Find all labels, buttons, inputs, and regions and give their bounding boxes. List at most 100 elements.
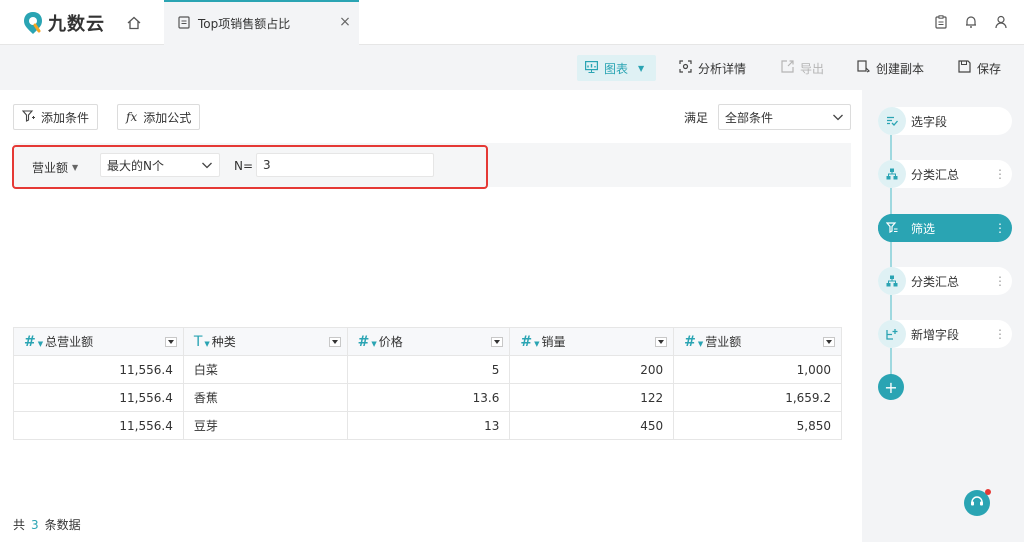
step-add-field[interactable]: 新增字段 ⋮ <box>878 320 1012 348</box>
scan-icon <box>679 60 692 76</box>
more-icon[interactable]: ⋮ <box>994 220 1006 236</box>
table-cell: 13.6 <box>346 383 511 412</box>
table-cell: 450 <box>509 411 675 440</box>
step-label: 新增字段 <box>911 327 960 342</box>
condition-field-label: 营业额 <box>32 161 69 175</box>
table-cell: 5,850 <box>673 411 842 440</box>
table-cell: 香蕉 <box>182 383 348 412</box>
plus-icon: + <box>884 377 898 397</box>
analysis-detail-button[interactable]: 分析详情 <box>679 55 746 81</box>
column-header-label: 销量 <box>541 335 566 349</box>
step-label: 选字段 <box>911 114 948 129</box>
table-cell: 122 <box>509 383 675 412</box>
table-cell: 白菜 <box>182 355 348 384</box>
step-group-summary-1[interactable]: 分类汇总 ⋮ <box>878 160 1012 188</box>
chevron-down-icon <box>832 111 844 126</box>
column-header[interactable]: # ▼ 价格 <box>346 327 511 356</box>
add-field-icon <box>878 320 906 348</box>
function-icon: fx <box>126 110 138 124</box>
column-header-label: 种类 <box>211 335 236 349</box>
add-condition-label: 添加条件 <box>41 110 90 125</box>
column-header[interactable]: T ▼ 种类 <box>182 327 348 356</box>
column-header-label: 营业额 <box>705 335 742 349</box>
logo-mark-icon <box>22 11 44 35</box>
main-panel: 添加条件 fx 添加公式 满足 全部条件 营业额 ▼ 最大的N个 N= 3 # ▼… <box>0 90 862 542</box>
step-select-field[interactable]: 选字段 <box>878 107 1012 135</box>
step-panel: 选字段 分类汇总 ⋮ 筛选 ⋮ 分类汇总 ⋮ 新增字段 ⋮ + <box>866 90 1024 542</box>
export-icon <box>781 60 794 76</box>
step-label: 筛选 <box>911 221 936 236</box>
column-header[interactable]: # ▼ 总营业额 <box>13 327 184 356</box>
step-group-summary-2[interactable]: 分类汇总 ⋮ <box>878 267 1012 295</box>
save-button[interactable]: 保存 <box>958 55 1001 81</box>
bell-icon[interactable] <box>964 14 978 30</box>
table-cell: 豆芽 <box>182 411 348 440</box>
caret-down-icon: ▼ <box>371 340 377 348</box>
analysis-label: 分析详情 <box>698 61 747 76</box>
n-label: N= <box>234 159 254 173</box>
column-header[interactable]: # ▼ 营业额 <box>673 327 842 356</box>
condition-mode-select[interactable]: 最大的N个 <box>100 153 220 177</box>
column-menu-icon[interactable] <box>164 337 177 347</box>
column-menu-icon[interactable] <box>328 337 341 347</box>
chevron-down-icon: ▼ <box>638 63 645 73</box>
chevron-down-icon <box>201 159 213 174</box>
tab-active[interactable]: Top项销售额占比 × <box>164 0 359 45</box>
table-row: 11,556.4 豆芽 13 450 5,850 <box>13 411 842 440</box>
home-icon[interactable] <box>124 13 144 33</box>
caret-down-icon: ▼ <box>72 163 79 172</box>
add-formula-label: 添加公式 <box>143 110 192 125</box>
satisfy-value: 全部条件 <box>725 110 774 125</box>
step-filter[interactable]: 筛选 ⋮ <box>878 214 1012 242</box>
clipboard-icon[interactable] <box>934 14 948 30</box>
column-menu-icon[interactable] <box>823 337 835 347</box>
save-icon <box>958 60 971 76</box>
export-label: 导出 <box>800 61 825 76</box>
table-header-row: # ▼ 总营业额 T ▼ 种类 # ▼ 价格 # ▼ 销量 # ▼ 营业额 <box>13 327 842 356</box>
n-input[interactable]: 3 <box>256 153 434 177</box>
column-menu-icon[interactable] <box>491 337 504 347</box>
number-type-icon: # <box>684 334 696 350</box>
table-cell: 11,556.4 <box>13 383 184 412</box>
row-count: 共 3 条数据 <box>13 516 81 533</box>
caret-down-icon: ▼ <box>37 340 44 348</box>
table-row: 11,556.4 白菜 5 200 1,000 <box>13 355 842 384</box>
satisfy-select[interactable]: 全部条件 <box>718 104 851 130</box>
condition-mode-value: 最大的N个 <box>107 158 164 173</box>
copy-label: 创建副本 <box>876 61 925 76</box>
satisfy-label: 满足 <box>684 111 709 125</box>
text-type-icon: T <box>193 334 203 350</box>
filter-add-icon <box>21 109 35 125</box>
add-condition-button[interactable]: 添加条件 <box>13 104 99 130</box>
table-cell: 200 <box>509 355 675 384</box>
column-header-label: 价格 <box>378 335 403 349</box>
tab-title: Top项销售额占比 <box>198 17 291 31</box>
column-menu-icon[interactable] <box>655 337 668 347</box>
chart-label: 图表 <box>604 61 629 76</box>
condition-field[interactable]: 营业额 ▼ <box>32 159 78 176</box>
column-header-label: 总营业额 <box>45 335 94 349</box>
chart-button[interactable]: 图表 ▼ <box>577 55 656 81</box>
number-type-icon: # <box>357 334 370 350</box>
user-icon[interactable] <box>994 14 1008 30</box>
add-step-button[interactable]: + <box>878 374 904 400</box>
document-icon <box>178 15 190 32</box>
create-copy-button[interactable]: 创建副本 <box>857 55 924 81</box>
table-cell: 11,556.4 <box>13 411 184 440</box>
step-label: 分类汇总 <box>911 167 960 182</box>
close-icon[interactable]: × <box>337 14 353 30</box>
column-header[interactable]: # ▼ 销量 <box>509 327 675 356</box>
save-label: 保存 <box>977 61 1002 76</box>
customer-service-button[interactable] <box>964 489 991 516</box>
chat-icon <box>970 495 984 512</box>
logo-text: 九数云 <box>48 14 105 35</box>
notification-dot <box>985 489 991 495</box>
step-label: 分类汇总 <box>911 274 960 289</box>
more-icon[interactable]: ⋮ <box>994 166 1006 182</box>
export-button[interactable]: 导出 <box>781 55 824 81</box>
more-icon[interactable]: ⋮ <box>994 326 1006 342</box>
add-formula-button[interactable]: fx 添加公式 <box>117 104 201 130</box>
chart-icon <box>585 60 599 76</box>
more-icon[interactable]: ⋮ <box>994 273 1006 289</box>
logo[interactable]: 九数云 <box>22 10 105 36</box>
